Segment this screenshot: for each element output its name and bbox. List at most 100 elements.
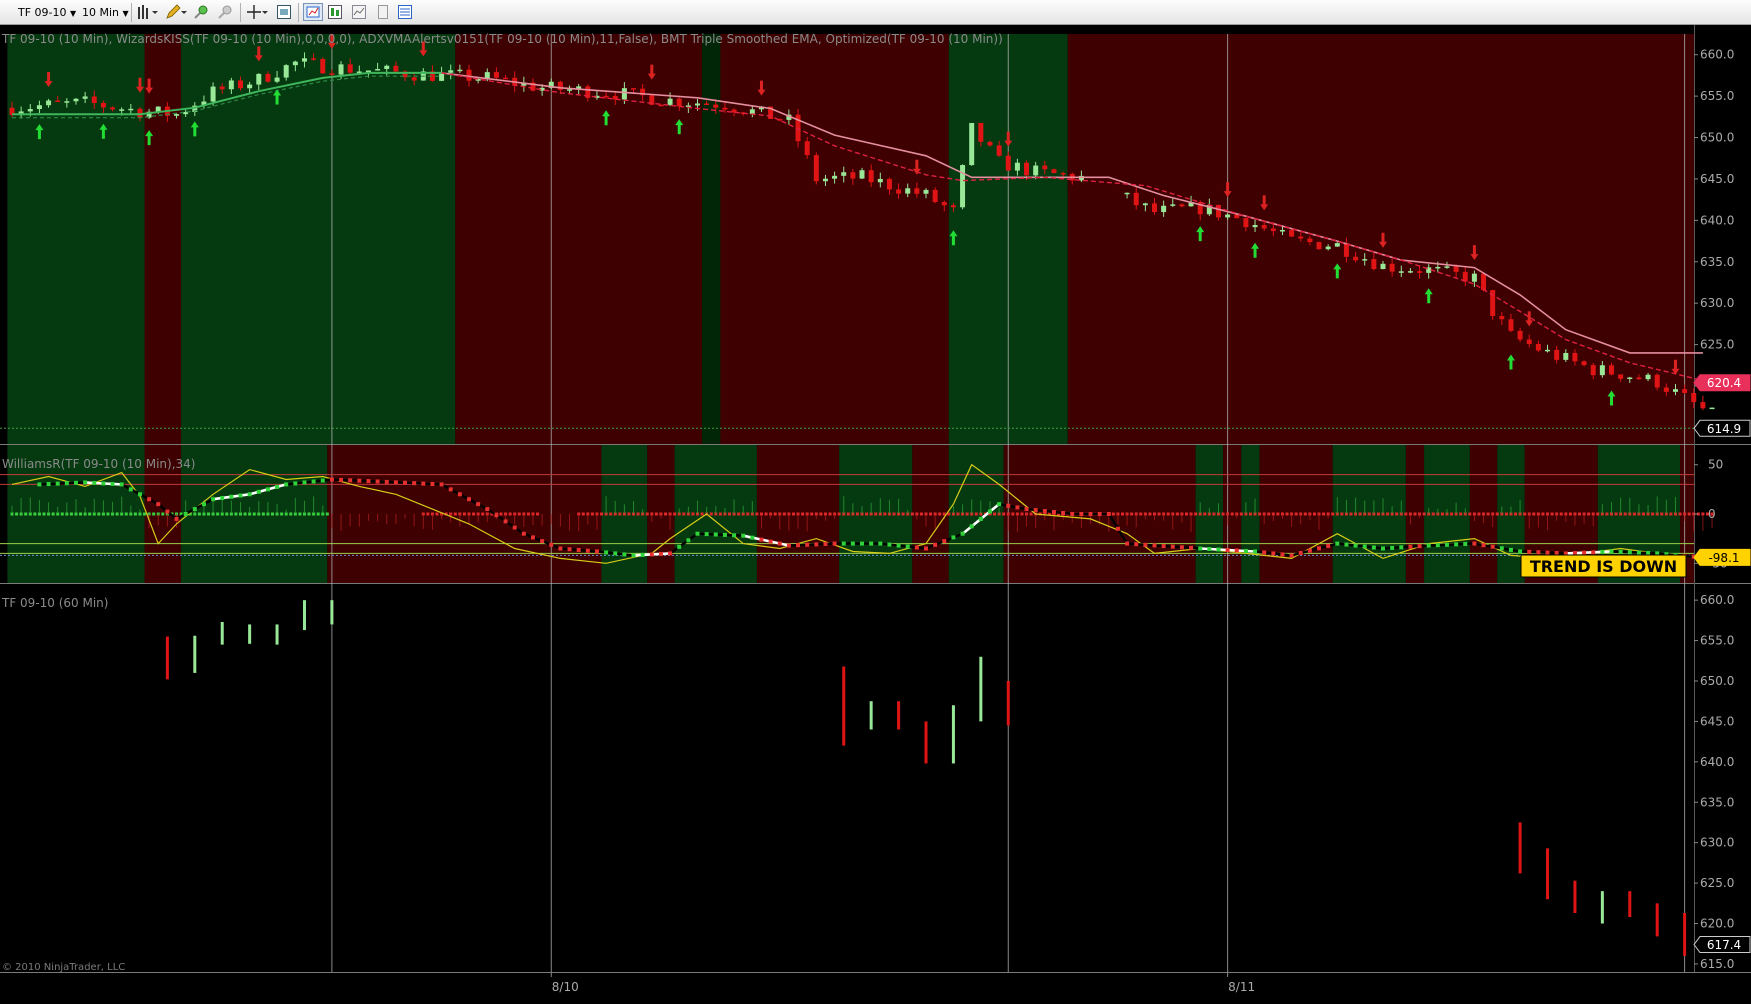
williams-signal-dot bbox=[1207, 546, 1212, 551]
williams-signal-dot bbox=[339, 477, 344, 482]
zero-line-dot bbox=[1578, 512, 1582, 516]
zero-line-dot bbox=[1541, 512, 1545, 516]
williams-signal-dot bbox=[960, 531, 965, 536]
candle-body bbox=[1590, 365, 1596, 376]
zero-line-dot bbox=[883, 512, 887, 516]
williams-signal-dot bbox=[1381, 546, 1385, 551]
williams-tick-label: 0 bbox=[1708, 507, 1716, 521]
williams-signal-dot bbox=[1518, 549, 1523, 554]
zero-line-dot bbox=[673, 512, 677, 516]
candle-body bbox=[393, 65, 399, 72]
williams-signal-dot bbox=[924, 546, 928, 551]
zero-line-dot bbox=[718, 512, 722, 516]
candle-body bbox=[941, 202, 947, 206]
williams-signal-dot bbox=[393, 480, 398, 485]
williams-signal-dot bbox=[1317, 546, 1322, 551]
zero-line-dot bbox=[261, 512, 265, 516]
williams-signal-dot bbox=[878, 541, 883, 546]
zero-line-dot bbox=[855, 512, 859, 516]
williams-signal-dot bbox=[1362, 544, 1367, 549]
candle-body bbox=[621, 88, 627, 100]
zero-line-dot bbox=[1148, 512, 1152, 516]
candle-body bbox=[1672, 389, 1678, 392]
williams-signal-dot bbox=[1179, 545, 1184, 550]
candle-body bbox=[1024, 162, 1030, 176]
williams-signal-dot bbox=[211, 497, 216, 502]
candle-body bbox=[676, 98, 682, 107]
candle-body bbox=[439, 72, 445, 81]
williams-signal-dot bbox=[1115, 526, 1120, 531]
candle-body bbox=[119, 109, 125, 111]
candle-body bbox=[1170, 204, 1176, 206]
zero-line-dot bbox=[1376, 512, 1380, 516]
hourly-price-marker: 617.4 bbox=[1693, 936, 1751, 954]
williams-signal-dot bbox=[969, 524, 974, 529]
zero-line-dot bbox=[1431, 512, 1435, 516]
chart-area[interactable]: 660.0 655.0 650.0 645.0 640.0 635.0 630.0 625.0… bbox=[0, 0, 1751, 1004]
zero-line-dot bbox=[280, 512, 284, 516]
zero-line-dot bbox=[69, 512, 73, 516]
zero-line-dot bbox=[727, 512, 731, 516]
candle-body bbox=[320, 58, 326, 74]
williams-signal-dot bbox=[1152, 543, 1157, 548]
candle-body bbox=[1060, 173, 1066, 175]
candle-body bbox=[228, 80, 234, 90]
williams-signal-dot bbox=[1161, 544, 1166, 549]
williams-signal-dot bbox=[275, 484, 280, 489]
zero-line-dot bbox=[1495, 512, 1499, 516]
williams-signal-dot bbox=[220, 495, 225, 500]
candle-body bbox=[411, 77, 417, 81]
zero-line-dot bbox=[974, 512, 978, 516]
williams-signal-dot bbox=[1033, 508, 1038, 513]
candle-body bbox=[1663, 387, 1669, 392]
candle-body bbox=[1627, 377, 1633, 380]
williams-signal-dot bbox=[1006, 503, 1011, 508]
zero-line-dot bbox=[225, 512, 229, 516]
zero-line-dot bbox=[810, 512, 814, 516]
zero-line-dot bbox=[526, 512, 530, 516]
zero-line-dot bbox=[1212, 512, 1216, 516]
price-tick-label: 660.0 bbox=[1700, 48, 1734, 62]
williams-signal-dot bbox=[476, 502, 481, 507]
williams-signal-dot bbox=[55, 481, 60, 486]
zero-line-dot bbox=[965, 512, 969, 516]
zero-line-dot bbox=[1139, 512, 1143, 516]
candle-body bbox=[996, 145, 1002, 156]
candle-body bbox=[1618, 374, 1624, 379]
candle-body bbox=[1362, 259, 1368, 261]
zero-line-dot bbox=[791, 512, 795, 516]
williams-signal-dot bbox=[329, 477, 334, 482]
williams-signal-dot bbox=[759, 537, 764, 542]
zero-line-dot bbox=[161, 512, 165, 516]
williams-signal-dot bbox=[1435, 543, 1440, 548]
zero-line-dot bbox=[1276, 512, 1280, 516]
zero-line-dot bbox=[124, 512, 128, 516]
zero-line-dot bbox=[1523, 512, 1527, 516]
zero-line-dot bbox=[307, 512, 311, 516]
price-tick-label: 640.0 bbox=[1700, 213, 1734, 227]
candle-body bbox=[1545, 349, 1551, 352]
candle-body bbox=[850, 172, 856, 179]
williams-signal-dot bbox=[512, 525, 517, 530]
zero-line-dot bbox=[1623, 512, 1627, 516]
williams-signal-dot bbox=[1627, 550, 1632, 555]
zero-line-dot bbox=[590, 512, 594, 516]
williams-signal-dot bbox=[348, 478, 353, 483]
zero-line-dot bbox=[152, 512, 156, 516]
candle-body bbox=[1380, 263, 1386, 270]
williams-signal-dot bbox=[1253, 549, 1258, 554]
williams-signal-dot bbox=[247, 492, 252, 497]
candle-body bbox=[804, 141, 810, 156]
zero-line-dot bbox=[929, 512, 933, 516]
williams-signal-dot bbox=[887, 542, 892, 547]
zero-line-dot bbox=[1504, 512, 1508, 516]
zero-line-dot bbox=[517, 512, 521, 516]
price-bg-band bbox=[702, 34, 721, 444]
candle-body bbox=[859, 170, 865, 179]
zero-line-dot bbox=[801, 512, 805, 516]
williams-signal-dot bbox=[1198, 546, 1203, 551]
hourly-tick-label: 625.0 bbox=[1700, 876, 1734, 890]
williams-signal-dot bbox=[1545, 550, 1550, 555]
williams-signal-dot bbox=[713, 532, 718, 537]
zero-line-dot bbox=[1340, 512, 1344, 516]
